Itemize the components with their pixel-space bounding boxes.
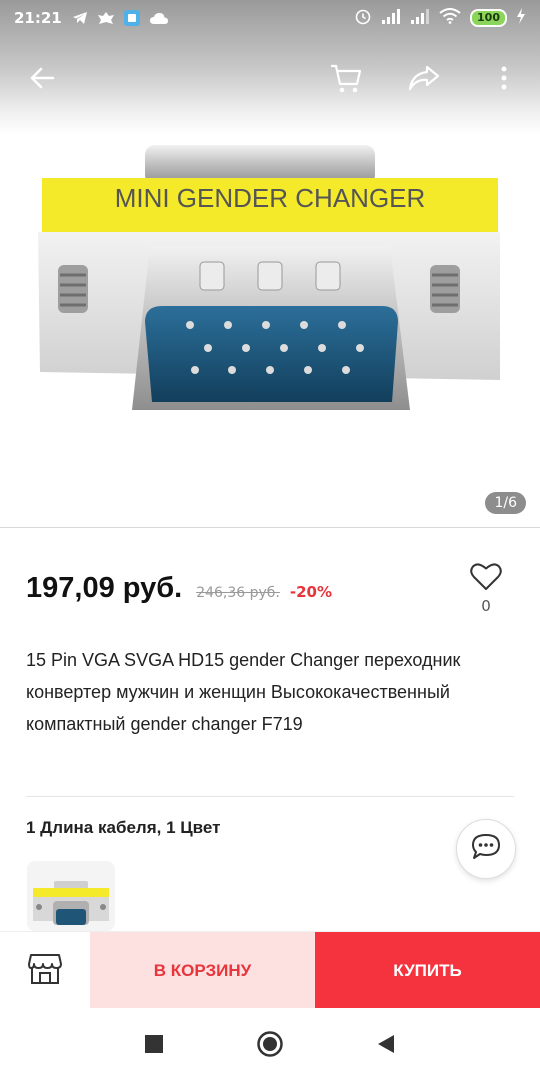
favorites-count: 0 <box>481 597 491 615</box>
more-vert-icon[interactable] <box>486 60 522 96</box>
variants-label[interactable]: 1 Длина кабеля, 1 Цвет <box>26 818 220 838</box>
signal-icon <box>410 8 430 28</box>
buy-button[interactable]: КУПИТЬ <box>315 932 540 1009</box>
discount-badge: -20% <box>289 583 333 601</box>
product-title: 15 Pin VGA SVGA HD15 gender Changer пере… <box>26 650 461 734</box>
battery-icon: 100 <box>470 9 507 27</box>
home-circle-icon <box>257 1031 283 1057</box>
chat-button[interactable] <box>456 819 516 879</box>
price-row: 197,09 руб. 246,36 руб. -20% <box>26 572 332 605</box>
app-icon <box>123 10 140 26</box>
cart-icon[interactable] <box>328 60 364 96</box>
charging-icon <box>516 8 526 28</box>
cloud-icon <box>149 12 169 25</box>
store-button[interactable] <box>0 932 90 1009</box>
signal-icon <box>381 8 401 28</box>
status-bar: 21:21 100 <box>0 0 540 36</box>
share-icon[interactable] <box>406 60 442 96</box>
add-to-cart-button[interactable]: В КОРЗИНУ <box>90 932 315 1009</box>
old-price: 246,36 руб. <box>196 585 280 601</box>
back-triangle-icon <box>378 1035 394 1053</box>
divider <box>0 527 540 528</box>
divider <box>26 796 514 797</box>
status-time: 21:21 <box>14 9 62 27</box>
image-counter: 1/6 <box>485 492 526 514</box>
back-button[interactable] <box>371 1029 401 1059</box>
recents-button[interactable] <box>139 1029 169 1059</box>
alarm-icon <box>354 7 372 29</box>
action-bar: В КОРЗИНУ КУПИТЬ <box>0 931 540 1009</box>
chat-icon <box>470 832 502 866</box>
top-toolbar <box>0 50 540 106</box>
store-icon <box>27 952 63 990</box>
square-icon <box>145 1035 163 1053</box>
adapter-label: MINI GENDER CHANGER <box>115 183 426 213</box>
notification-icon <box>97 11 115 25</box>
home-button[interactable] <box>255 1029 285 1059</box>
variant-thumbnail[interactable] <box>27 861 115 931</box>
product-screen: MINI GENDER CHANGER 21:21 100 1/6 197,09… <box>0 0 540 1080</box>
wifi-icon <box>439 8 461 28</box>
telegram-icon <box>72 11 88 25</box>
back-arrow-icon[interactable] <box>24 60 60 96</box>
current-price: 197,09 руб. <box>26 572 183 604</box>
system-nav-bar <box>0 1008 540 1080</box>
favorite-button[interactable]: 0 <box>466 562 506 615</box>
heart-icon <box>470 563 502 595</box>
